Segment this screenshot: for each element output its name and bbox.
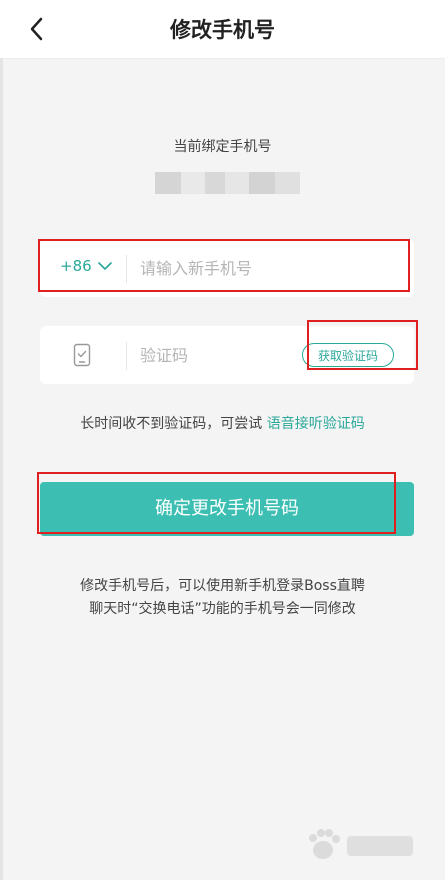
voice-code-hint: 长时间收不到验证码，可尝试 [80, 416, 263, 432]
left-edge-strip [0, 58, 3, 880]
chevron-down-icon [97, 262, 112, 270]
masked-phone-number [155, 172, 300, 194]
verification-code-input[interactable] [140, 341, 290, 369]
info-note-line-2: 聊天时“交换电话”功能的手机号会一同修改 [89, 601, 356, 617]
get-code-button[interactable]: 获取验证码 [302, 343, 394, 367]
new-phone-input[interactable] [140, 254, 400, 282]
field-divider [126, 255, 127, 283]
country-code-text: +86 [60, 257, 92, 275]
country-code-selector[interactable]: +86 [60, 257, 112, 275]
paw-watermark-icon [309, 829, 413, 859]
voice-code-row: 长时间收不到验证码，可尝试 语音接听验证码 [0, 413, 445, 433]
confirm-change-button[interactable]: 确定更改手机号码 [40, 482, 414, 536]
info-note-line-1: 修改手机号后，可以使用新手机登录Boss直聘 [80, 578, 365, 594]
page-title: 修改手机号 [170, 18, 275, 42]
verification-code-card: 获取验证码 [40, 326, 414, 384]
voice-code-link[interactable]: 语音接听验证码 [267, 416, 365, 432]
top-bar: 修改手机号 [0, 0, 445, 59]
new-phone-card: +86 [40, 239, 414, 297]
phone-check-icon [73, 343, 91, 367]
current-phone-label: 当前绑定手机号 [173, 139, 272, 155]
field-divider [126, 342, 127, 370]
